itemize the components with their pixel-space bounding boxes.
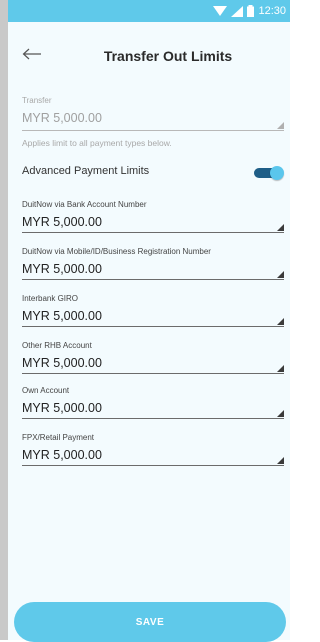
- transfer-value: MYR 5,000.00: [22, 111, 102, 125]
- signal-icon: [231, 5, 244, 17]
- dropdown-corner-icon: [277, 457, 284, 464]
- limit-value: MYR 5,000.00: [22, 309, 102, 323]
- save-button[interactable]: SAVE: [14, 602, 286, 642]
- advanced-limits-label: Advanced Payment Limits: [22, 165, 150, 177]
- dropdown-corner-icon: [277, 224, 284, 231]
- transfer-limit-field: Transfer MYR 5,000.00: [22, 96, 284, 132]
- arrow-left-icon: [22, 47, 42, 65]
- wifi-icon: [213, 5, 228, 17]
- dropdown-corner-icon: [277, 365, 284, 372]
- limit-label: DuitNow via Bank Account Number: [22, 200, 147, 209]
- limit-label: Own Account: [22, 386, 70, 395]
- field-underline: [22, 232, 284, 233]
- dropdown-corner-icon: [277, 318, 284, 325]
- status-bar: 12:30: [8, 0, 290, 22]
- field-underline: [22, 373, 284, 374]
- limit-field-interbank-giro[interactable]: Interbank GIRO MYR 5,000.00: [22, 294, 284, 328]
- header: Transfer Out Limits: [8, 22, 290, 92]
- field-underline: [22, 279, 284, 280]
- dropdown-corner-icon: [277, 410, 284, 417]
- battery-icon: [247, 5, 255, 17]
- limit-field-own-account[interactable]: Own Account MYR 5,000.00: [22, 386, 284, 420]
- status-time: 12:30: [258, 5, 286, 17]
- limit-value: MYR 5,000.00: [22, 262, 102, 276]
- limit-value: MYR 5,000.00: [22, 448, 102, 462]
- app-frame: 12:30 Transfer Out Limits Transfer MYR 5…: [0, 0, 290, 640]
- limit-value: MYR 5,000.00: [22, 356, 102, 370]
- field-underline: [22, 465, 284, 466]
- page-title: Transfer Out Limits: [103, 48, 233, 64]
- limit-label: FPX/Retail Payment: [22, 433, 95, 442]
- field-underline: [22, 130, 284, 131]
- transfer-label: Transfer: [22, 96, 52, 105]
- limit-value: MYR 5,000.00: [22, 401, 102, 415]
- field-underline: [22, 418, 284, 419]
- field-underline: [22, 326, 284, 327]
- dropdown-corner-icon: [277, 271, 284, 278]
- dropdown-corner-icon: [277, 122, 284, 129]
- limit-label: Other RHB Account: [22, 341, 92, 350]
- transfer-helper-text: Applies limit to all payment types below…: [22, 138, 172, 148]
- back-button[interactable]: [18, 44, 46, 68]
- limit-value: MYR 5,000.00: [22, 215, 102, 229]
- limit-field-duitnow-account[interactable]: DuitNow via Bank Account Number MYR 5,00…: [22, 200, 284, 234]
- limit-field-other-rhb[interactable]: Other RHB Account MYR 5,000.00: [22, 341, 284, 375]
- limit-field-fpx-retail[interactable]: FPX/Retail Payment MYR 5,000.00: [22, 433, 284, 467]
- limit-field-duitnow-mobile[interactable]: DuitNow via Mobile/ID/Business Registrat…: [22, 247, 284, 281]
- limit-label: DuitNow via Mobile/ID/Business Registrat…: [22, 247, 211, 256]
- toggle-knob: [270, 166, 284, 180]
- advanced-limits-toggle[interactable]: [254, 166, 284, 180]
- limit-label: Interbank GIRO: [22, 294, 79, 303]
